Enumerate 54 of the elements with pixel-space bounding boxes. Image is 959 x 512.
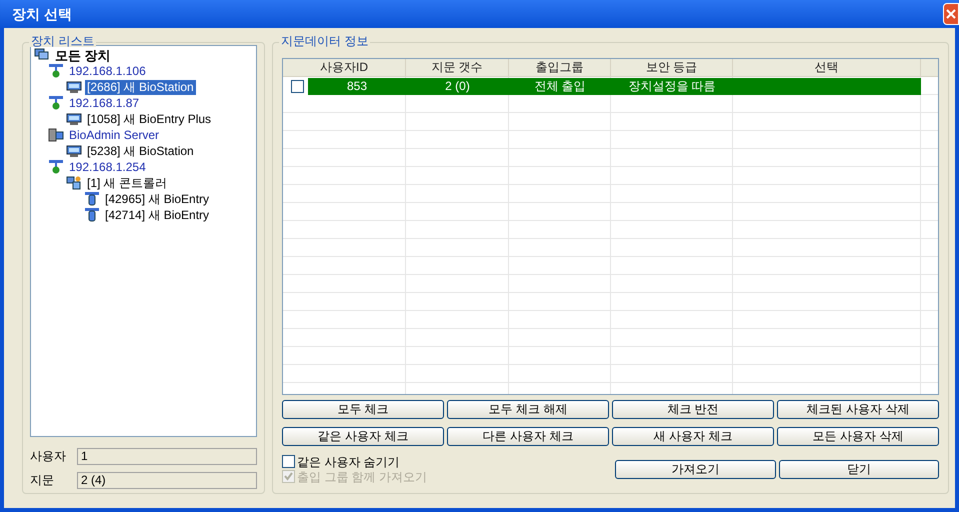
table-cell: 2 (0) <box>445 78 470 94</box>
tree-item[interactable]: [42714] 새 BioEntry <box>103 208 212 222</box>
tree-item[interactable]: [1] 새 콘트롤러 <box>85 176 170 190</box>
tree-item[interactable]: 192.168.1.87 <box>67 96 142 110</box>
window-title: 장치 선택 <box>12 4 72 24</box>
group-title: 장치 리스트 <box>29 35 96 47</box>
action-button[interactable]: 모두 체크 <box>282 400 444 419</box>
tree-item[interactable]: [42965] 새 BioEntry <box>103 192 212 206</box>
tree-item[interactable]: BioAdmin Server <box>67 128 162 142</box>
server-icon <box>48 127 64 143</box>
read-only-field: 2 (4) <box>77 472 257 488</box>
table-row[interactable]: 853 <box>308 78 406 94</box>
field-label: 사용자 <box>30 448 67 465</box>
terminal-icon <box>66 143 82 159</box>
table-cell: 전체 출입 <box>534 78 586 94</box>
action-button[interactable]: 모두 체크 해제 <box>447 400 609 419</box>
terminal-icon <box>66 79 82 95</box>
action-button[interactable]: 모든 사용자 삭제 <box>777 427 939 446</box>
column-header[interactable]: 사용자ID <box>283 59 406 76</box>
action-button[interactable]: 새 사용자 체크 <box>612 427 774 446</box>
network-node-icon <box>48 95 64 111</box>
checkbox[interactable] <box>282 455 295 468</box>
table-cell: 장치설정을 따름 <box>628 78 716 94</box>
column-header[interactable]: 보안 등급 <box>611 59 733 76</box>
column-header[interactable]: 지문 갯수 <box>406 59 509 76</box>
terminal-icon <box>66 111 82 127</box>
action-button[interactable]: 다른 사용자 체크 <box>447 427 609 446</box>
read-only-field: 1 <box>77 448 257 464</box>
tree-item[interactable]: [1058] 새 BioEntry Plus <box>85 112 214 126</box>
field-label: 지문 <box>30 472 55 489</box>
tree-item[interactable]: 192.168.1.254 <box>67 160 148 174</box>
dialog-button[interactable]: 가져오기 <box>615 460 776 478</box>
tree-item[interactable]: 모든 장치 <box>53 48 113 62</box>
tree-item[interactable]: [2686] 새 BioStation <box>85 80 196 94</box>
close-button[interactable] <box>943 3 959 25</box>
table-cell: 853 <box>346 78 368 94</box>
close-icon <box>946 9 956 19</box>
network-node-icon <box>48 159 64 175</box>
tree-item[interactable]: [5238] 새 BioStation <box>85 144 196 158</box>
reader-icon <box>84 207 100 223</box>
checkbox-label: 같은 사용자 숨기기 <box>297 454 400 470</box>
tree-item[interactable]: 192.168.1.106 <box>67 64 148 78</box>
controller-icon <box>66 175 82 191</box>
dialog-button[interactable]: 닫기 <box>778 460 939 478</box>
column-header[interactable]: 선택 <box>733 59 921 76</box>
action-button[interactable]: 같은 사용자 체크 <box>282 427 444 446</box>
column-header[interactable]: 출입그룹 <box>509 59 611 76</box>
row-checkbox[interactable] <box>291 80 304 92</box>
checkbox-label: 출입 그룹 함께 가져오기 <box>297 468 428 486</box>
group-title: 지문데이터 정보 <box>279 35 370 47</box>
network-node-icon <box>48 63 64 79</box>
action-button[interactable]: 체크된 사용자 삭제 <box>777 400 939 419</box>
action-button[interactable]: 체크 반전 <box>612 400 774 419</box>
reader-icon <box>84 191 100 207</box>
